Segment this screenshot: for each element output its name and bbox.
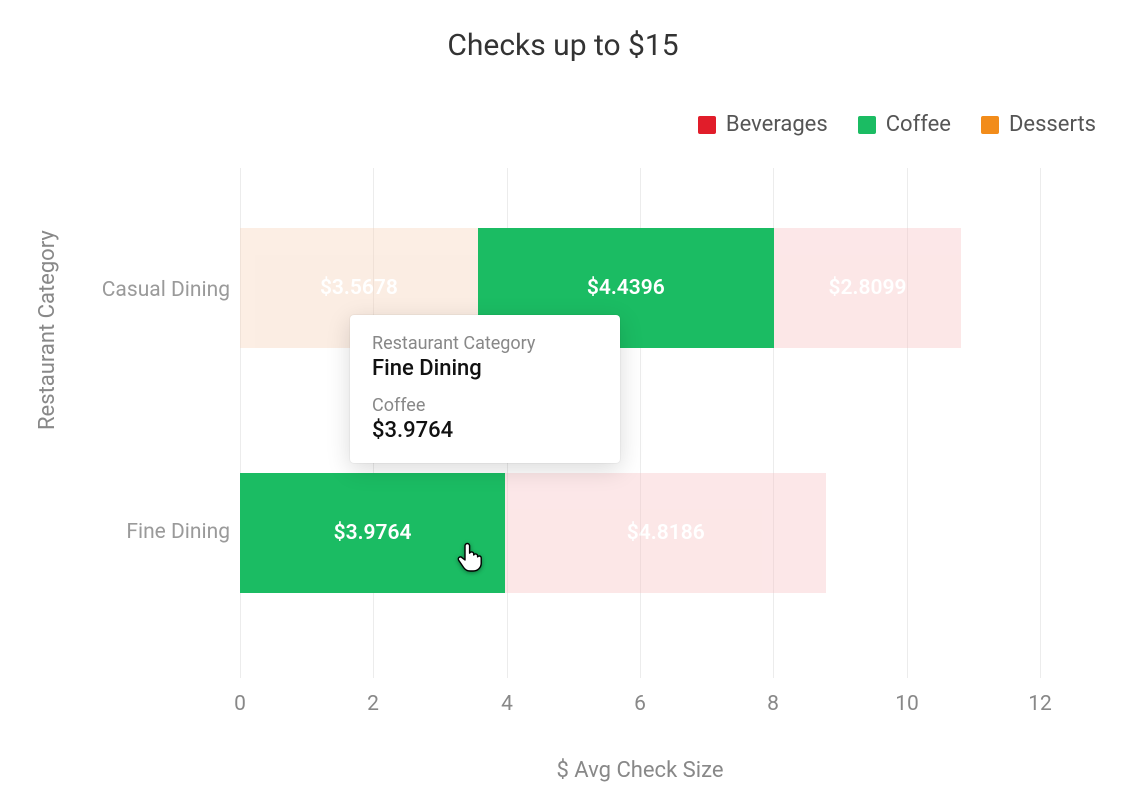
chart-title: Checks up to $15	[0, 28, 1126, 63]
legend: Beverages Coffee Desserts	[698, 112, 1096, 137]
y-tick-fine-dining: Fine Dining	[60, 520, 230, 544]
bar-segment-desserts[interactable]: $4.8186	[505, 473, 826, 593]
x-axis-title: $ Avg Check Size	[240, 758, 1040, 783]
bar-segment-coffee[interactable]: $3.9764	[240, 473, 505, 593]
bar-value-label: $3.9764	[334, 521, 412, 545]
bar-row-fine-dining: $3.9764 $4.8186	[240, 473, 1040, 593]
bar-value-label: $3.5678	[320, 276, 398, 300]
tooltip-series-value: $3.9764	[372, 418, 598, 443]
legend-label: Coffee	[886, 112, 951, 137]
legend-label: Beverages	[726, 112, 828, 137]
y-axis-title: Restaurant Category	[35, 230, 60, 430]
tooltip-category-label: Restaurant Category	[372, 333, 598, 354]
gridline	[1040, 168, 1041, 678]
x-tick: 0	[234, 692, 246, 716]
tooltip: Restaurant Category Fine Dining Coffee $…	[350, 315, 620, 463]
legend-label: Desserts	[1009, 112, 1096, 137]
legend-swatch-coffee	[858, 116, 876, 134]
legend-swatch-desserts	[981, 116, 999, 134]
x-tick: 2	[367, 692, 379, 716]
bar-value-label: $4.4396	[587, 276, 665, 300]
y-tick-casual-dining: Casual Dining	[60, 278, 230, 302]
x-tick: 8	[767, 692, 779, 716]
x-tick: 12	[1028, 692, 1052, 716]
x-tick: 6	[634, 692, 646, 716]
x-tick: 4	[501, 692, 513, 716]
legend-swatch-beverages	[698, 116, 716, 134]
tooltip-series-label: Coffee	[372, 395, 598, 416]
legend-item-desserts[interactable]: Desserts	[981, 112, 1096, 137]
legend-item-coffee[interactable]: Coffee	[858, 112, 951, 137]
bar-segment-desserts[interactable]: $2.8099	[774, 228, 961, 348]
chart-container: Checks up to $15 Beverages Coffee Desser…	[0, 0, 1126, 810]
bar-value-label: $2.8099	[829, 276, 907, 300]
tooltip-category-value: Fine Dining	[372, 356, 598, 381]
bar-value-label: $4.8186	[627, 521, 705, 545]
legend-item-beverages[interactable]: Beverages	[698, 112, 828, 137]
x-tick: 10	[895, 692, 919, 716]
